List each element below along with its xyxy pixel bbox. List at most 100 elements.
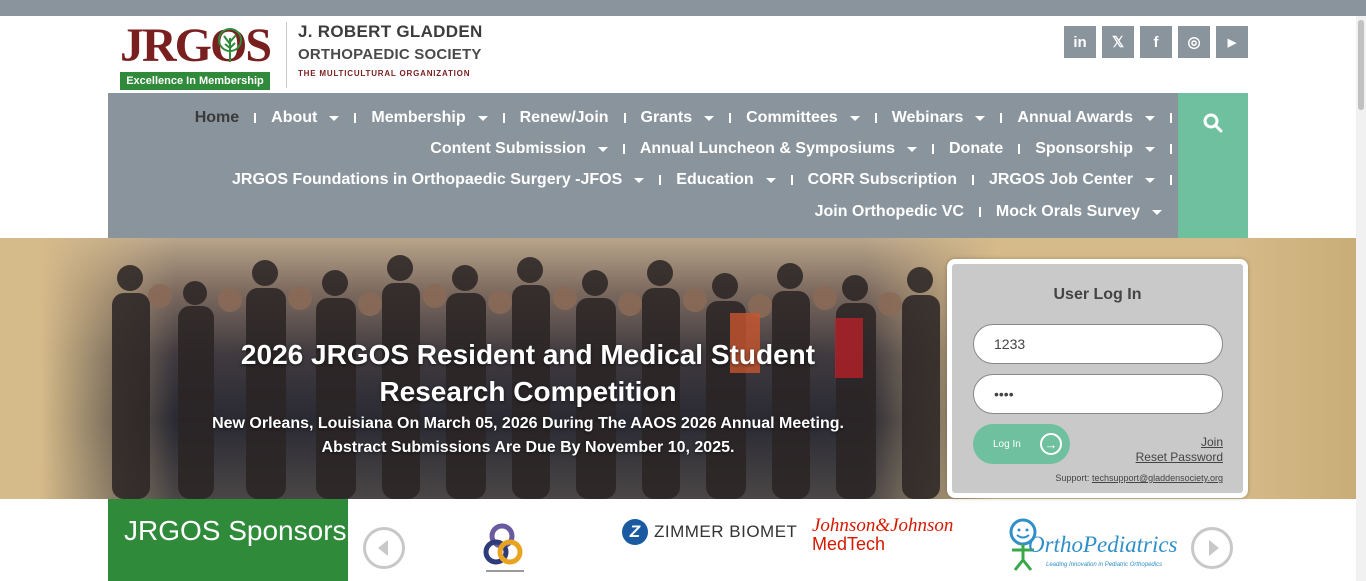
jrgos-logo[interactable]: JRGOS Excellence In Membership [120, 20, 280, 90]
support-email-link[interactable]: techsupport@gladdensociety.org [1092, 473, 1223, 483]
nav-renew-join-label: Renew/Join [519, 109, 609, 126]
support-label: Support: [1055, 473, 1090, 483]
linkedin-icon[interactable]: in [1064, 26, 1096, 58]
password-field[interactable]: •••• [973, 374, 1223, 414]
nav-row-2: Content Submission Annual Luncheon & Sym… [430, 140, 1172, 158]
nav-separator [729, 113, 732, 123]
nav-webinars[interactable]: Webinars [892, 109, 986, 127]
society-line-1: J. ROBERT GLADDEN [298, 22, 483, 41]
x-twitter-icon[interactable]: 𝕏 [1102, 26, 1134, 58]
username-field[interactable]: 1233 [973, 324, 1223, 364]
nav-separator [874, 113, 877, 123]
instagram-icon[interactable]: ◎ [1178, 26, 1210, 58]
nav-join-orthopedic-vc[interactable]: Join Orthopedic VC [815, 203, 964, 221]
nav-grants-label: Grants [640, 109, 693, 126]
hero-line-1: New Orleans, Louisiana On March 05, 2026… [212, 415, 844, 432]
zimmer-biomet-logo[interactable]: Z ZIMMER BIOMET [622, 519, 797, 545]
chevron-down-icon [1145, 146, 1155, 152]
search-button[interactable] [1178, 93, 1248, 238]
sponsors-heading: JRGOS Sponsors [108, 499, 348, 581]
arrow-right-icon: → [1040, 433, 1062, 455]
logo-badge: Excellence In Membership [120, 72, 270, 90]
nav-annual-awards[interactable]: Annual Awards [1017, 109, 1155, 127]
scrollbar[interactable] [1356, 16, 1366, 581]
login-title: User Log In [1053, 286, 1142, 303]
nav-membership[interactable]: Membership [371, 109, 488, 127]
login-button[interactable]: Log In → [973, 424, 1070, 464]
nav-committees[interactable]: Committees [746, 109, 860, 127]
youtube-icon[interactable]: ▶ [1216, 26, 1248, 58]
hero-right-panel [1230, 238, 1356, 499]
johnson-johnson-medtech-logo[interactable]: Johnson&Johnson MedTech [812, 516, 953, 554]
carousel-prev-button[interactable] [363, 527, 405, 569]
nav-row-4: Join Orthopedic VC Mock Orals Survey [815, 203, 1162, 221]
nav-separator [659, 175, 662, 185]
main-nav: Home About Membership Renew/Join Grants … [108, 93, 1178, 238]
carousel-next-button[interactable] [1191, 527, 1233, 569]
nav-corr-subscription[interactable]: CORR Subscription [808, 171, 957, 189]
jj-line-2: MedTech [812, 534, 886, 554]
nav-committees-label: Committees [746, 109, 838, 126]
nav-annual-luncheon-label: Annual Luncheon & Symposiums [639, 140, 895, 157]
nav-home[interactable]: Home [195, 109, 239, 127]
nav-separator [354, 113, 357, 123]
zimmer-mark-icon: Z [622, 519, 648, 545]
top-strip [0, 0, 1366, 16]
chevron-down-icon [1145, 115, 1155, 121]
society-line-2: ORTHOPAEDIC SOCIETY [298, 46, 482, 63]
facebook-icon[interactable]: f [1140, 26, 1172, 58]
nav-jfos[interactable]: JRGOS Foundations in Orthopaedic Surgery… [232, 171, 645, 189]
chevron-down-icon [634, 177, 645, 183]
nav-about[interactable]: About [271, 109, 340, 127]
nav-donate[interactable]: Donate [949, 140, 1003, 158]
header-divider [286, 22, 287, 88]
chevron-right-icon [1208, 540, 1219, 556]
nav-corr-label: CORR Subscription [807, 171, 957, 188]
jj-line-1: Johnson&Johnson [812, 515, 954, 536]
nav-annual-luncheon[interactable]: Annual Luncheon & Symposiums [640, 140, 917, 158]
hero-title: 2026 JRGOS Resident and Medical Student … [240, 339, 816, 407]
nav-sponsorship-label: Sponsorship [1035, 140, 1133, 157]
nav-row-1: Home About Membership Renew/Join Grants … [195, 109, 1172, 127]
nav-webinars-label: Webinars [891, 109, 964, 126]
society-name: J. ROBERT GLADDEN ORTHOPAEDIC SOCIETY TH… [298, 22, 483, 78]
orthopediatrics-text: OrthoPediatrics [1028, 532, 1178, 557]
chevron-down-icon [1152, 209, 1162, 215]
search-icon [1203, 113, 1223, 133]
nav-separator [623, 113, 626, 123]
chevron-down-icon [906, 146, 917, 152]
nav-join-vc-label: Join Orthopedic VC [814, 203, 964, 220]
nav-annual-awards-label: Annual Awards [1017, 109, 1133, 126]
nav-mock-orals-survey[interactable]: Mock Orals Survey [996, 203, 1162, 221]
nav-separator [790, 175, 793, 185]
nav-membership-label: Membership [371, 109, 466, 126]
nav-sponsorship[interactable]: Sponsorship [1035, 140, 1155, 158]
c3-sponsor-logo[interactable] [480, 520, 530, 578]
orthopediatrics-tagline: Leading Innovation in Pediatric Orthoped… [1046, 562, 1163, 568]
nav-separator [1000, 113, 1003, 123]
logo-text: JRGOS [120, 19, 272, 72]
join-link[interactable]: Join [1201, 435, 1223, 449]
nav-separator [931, 144, 934, 154]
nav-content-submission[interactable]: Content Submission [430, 140, 608, 158]
reset-password-link[interactable]: Reset Password [1136, 450, 1223, 464]
chevron-down-icon [849, 115, 860, 121]
chevron-down-icon [765, 177, 776, 183]
nav-education[interactable]: Education [676, 171, 776, 189]
nav-renew-join[interactable]: Renew/Join [520, 109, 609, 127]
nav-separator [1170, 144, 1172, 154]
chevron-left-icon [377, 540, 388, 556]
nav-job-center[interactable]: JRGOS Job Center [989, 171, 1155, 189]
hero-text: 2026 JRGOS Resident and Medical Student … [178, 336, 878, 460]
hero-line-2: Abstract Submissions Are Due By November… [321, 439, 735, 456]
nav-separator [1170, 175, 1172, 185]
nav-separator [502, 113, 505, 123]
orthopediatrics-logo[interactable]: OrthoPediatrics Leading Innovation in Pe… [1006, 516, 1178, 574]
social-links: in 𝕏 f ◎ ▶ [1064, 26, 1248, 58]
nav-separator [254, 113, 257, 123]
nav-jfos-label: JRGOS Foundations in Orthopaedic Surgery… [232, 171, 623, 188]
scrollbar-thumb[interactable] [1358, 20, 1364, 110]
tree-icon [218, 28, 242, 62]
nav-grants[interactable]: Grants [641, 109, 715, 127]
zimmer-biomet-text: ZIMMER BIOMET [654, 522, 798, 541]
